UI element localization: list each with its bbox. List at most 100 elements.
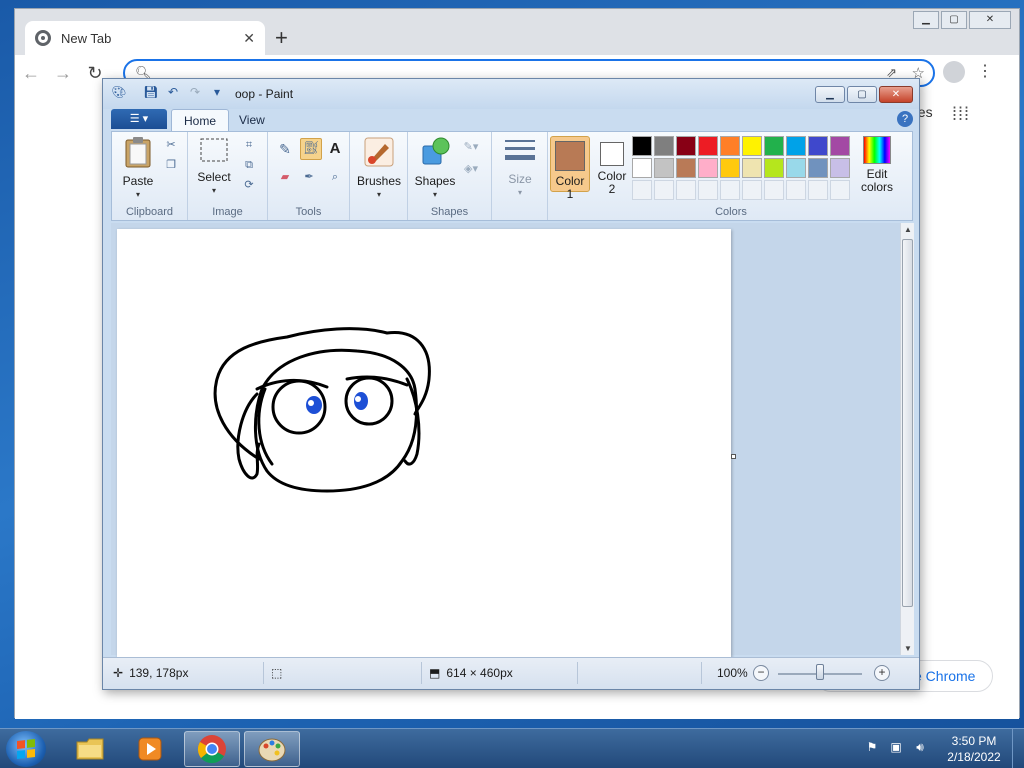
volume-icon[interactable]: 🔊︎: [912, 739, 928, 755]
palette-color-8[interactable]: [808, 136, 828, 156]
taskbar-media-player[interactable]: [122, 731, 178, 767]
palette-color-7[interactable]: [786, 136, 806, 156]
palette-color-2[interactable]: [676, 136, 696, 156]
zoom-out-button[interactable]: −: [753, 665, 769, 681]
palette-custom-slot[interactable]: [632, 180, 652, 200]
zoom-slider-knob[interactable]: [816, 664, 824, 680]
chrome-close-button[interactable]: ✕: [969, 11, 1011, 29]
eraser-icon[interactable]: ▰: [276, 168, 294, 186]
palette-color-6[interactable]: [764, 136, 784, 156]
zoom-in-button[interactable]: +: [874, 665, 890, 681]
palette-custom-slot[interactable]: [764, 180, 784, 200]
paint-minimize-button[interactable]: ▁: [815, 86, 845, 103]
taskbar-clock[interactable]: 3:50 PM 2/18/2022: [942, 733, 1006, 765]
chrome-minimize-button[interactable]: ▁: [913, 11, 939, 29]
color-picker-icon[interactable]: ✒: [300, 168, 318, 186]
scroll-down-icon[interactable]: ▼: [903, 644, 913, 653]
forward-button[interactable]: →: [47, 63, 79, 84]
rotate-icon[interactable]: ⟳: [240, 176, 258, 194]
palette-custom-slot[interactable]: [698, 180, 718, 200]
palette-color-10[interactable]: [632, 158, 652, 178]
tab-home[interactable]: Home: [171, 109, 230, 131]
palette-color-1[interactable]: [654, 136, 674, 156]
copy-icon[interactable]: ❐: [162, 156, 180, 174]
palette-color-18[interactable]: [808, 158, 828, 178]
drawing-canvas[interactable]: [117, 229, 731, 661]
chrome-maximize-button[interactable]: ▢: [941, 11, 967, 29]
redo-icon[interactable]: ↷: [185, 85, 205, 103]
outline-icon[interactable]: ✎▾: [462, 138, 480, 156]
paint-statusbar: ✛ 139, 178px ⬚ ⬒ 614 × 460px 100% − +: [103, 657, 919, 689]
fill-icon[interactable]: ◈▾: [462, 160, 480, 178]
palette-color-5[interactable]: [742, 136, 762, 156]
palette-custom-slot[interactable]: [808, 180, 828, 200]
palette-custom-slot[interactable]: [654, 180, 674, 200]
palette-color-19[interactable]: [830, 158, 850, 178]
palette-color-3[interactable]: [698, 136, 718, 156]
palette-custom-slot[interactable]: [676, 180, 696, 200]
select-button[interactable]: Select ▾: [194, 136, 234, 197]
show-desktop-button[interactable]: [1012, 729, 1024, 768]
brushes-button[interactable]: Brushes ▾: [356, 136, 402, 201]
palette-color-11[interactable]: [654, 158, 674, 178]
paint-window: 🎨︎ 💾︎ ↶ ↷ ▾ oop - Paint ▁ ▢ ✕ ☰ ▾ Home V…: [102, 78, 920, 690]
scroll-up-icon[interactable]: ▲: [903, 225, 913, 234]
canvas-size-icon: ⬒: [429, 666, 441, 680]
text-icon[interactable]: A: [326, 140, 344, 158]
palette-custom-slot[interactable]: [786, 180, 806, 200]
paste-label: Paste: [122, 174, 154, 188]
palette-color-14[interactable]: [720, 158, 740, 178]
color2-button[interactable]: Color 2: [592, 136, 632, 196]
network-icon[interactable]: ▣: [888, 739, 904, 755]
resize-icon[interactable]: ⧉: [240, 156, 258, 174]
size-button[interactable]: Size ▾: [498, 136, 542, 199]
palette-color-12[interactable]: [676, 158, 696, 178]
new-tab-button[interactable]: +: [275, 25, 288, 51]
magnifier-icon[interactable]: ⌕: [326, 168, 344, 186]
palette-color-9[interactable]: [830, 136, 850, 156]
profile-avatar-icon[interactable]: [943, 61, 965, 83]
back-button[interactable]: ←: [15, 63, 47, 84]
canvas-resize-handle[interactable]: [731, 454, 736, 459]
color2-label: Color: [597, 169, 627, 183]
edit-colors-button[interactable]: Edit colors: [856, 136, 898, 194]
clipboard-group-label: Clipboard: [125, 206, 174, 218]
vertical-scrollbar[interactable]: ▲ ▼: [900, 223, 914, 655]
paste-button[interactable]: Paste ▾: [118, 136, 158, 201]
start-button[interactable]: [6, 731, 46, 767]
save-icon[interactable]: 💾︎: [141, 85, 161, 103]
crop-icon[interactable]: ⌗: [240, 136, 258, 154]
palette-color-13[interactable]: [698, 158, 718, 178]
chrome-menu-icon[interactable]: ⋮: [977, 61, 993, 81]
taskbar-explorer[interactable]: [62, 731, 118, 767]
palette-color-17[interactable]: [786, 158, 806, 178]
pencil-icon[interactable]: ✎: [276, 140, 294, 158]
paint-menu-button[interactable]: ☰ ▾: [111, 109, 167, 129]
shapes-button[interactable]: Shapes ▾: [412, 136, 458, 201]
palette-color-4[interactable]: [720, 136, 740, 156]
taskbar-paint[interactable]: [244, 731, 300, 767]
color1-button[interactable]: Color 1: [550, 136, 590, 201]
fill-bucket-icon[interactable]: ⛽︎: [300, 138, 322, 160]
image-group-label: Image: [212, 206, 243, 218]
tab-new-tab[interactable]: New Tab ✕: [25, 21, 265, 55]
google-apps-icon[interactable]: ⁞⁞⁞: [952, 104, 970, 125]
help-icon[interactable]: ?: [897, 111, 913, 127]
undo-icon[interactable]: ↶: [163, 85, 183, 103]
zoom-level: 100%: [717, 666, 748, 680]
tab-view[interactable]: View: [227, 109, 277, 131]
action-center-flag-icon[interactable]: ⚑: [864, 739, 880, 755]
palette-color-0[interactable]: [632, 136, 652, 156]
palette-custom-slot[interactable]: [742, 180, 762, 200]
taskbar-chrome[interactable]: [184, 731, 240, 767]
cut-icon[interactable]: ✂: [162, 136, 180, 154]
palette-custom-slot[interactable]: [830, 180, 850, 200]
tab-close-icon[interactable]: ✕: [243, 30, 255, 47]
palette-color-15[interactable]: [742, 158, 762, 178]
qat-dropdown-icon[interactable]: ▾: [207, 85, 227, 103]
paint-maximize-button[interactable]: ▢: [847, 86, 877, 103]
paint-close-button[interactable]: ✕: [879, 86, 913, 103]
palette-color-16[interactable]: [764, 158, 784, 178]
scrollbar-thumb[interactable]: [902, 239, 913, 607]
palette-custom-slot[interactable]: [720, 180, 740, 200]
